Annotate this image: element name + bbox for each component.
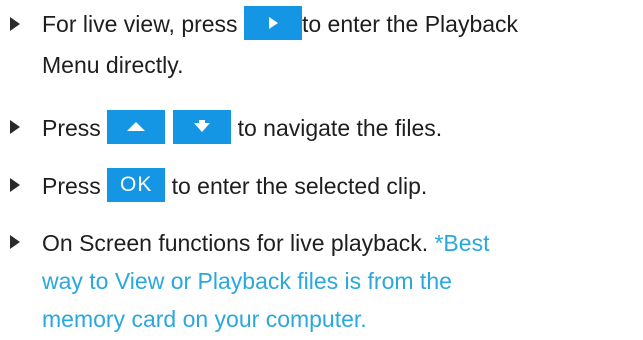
item-1-text-before: For live view, press xyxy=(42,11,244,37)
play-triangle-icon xyxy=(268,17,278,30)
item-2-text-after: to navigate the files. xyxy=(231,115,443,141)
note-text-line-1: *Best xyxy=(434,230,490,256)
item-3-line: Press OK to enter the selected clip. xyxy=(42,166,427,207)
bullet-triangle-icon xyxy=(10,17,20,31)
item-2-text-before: Press xyxy=(42,115,108,141)
note-text-line-3: memory card on your computer. xyxy=(42,306,367,332)
item-2-line: Press to navigate the files. xyxy=(42,108,442,149)
item-4-text: On Screen functions for live playback. xyxy=(42,230,435,256)
bullet-triangle-icon xyxy=(10,178,20,192)
up-arrow-icon xyxy=(127,122,146,132)
item-3-text-before: Press xyxy=(42,173,108,199)
item-1-text-after: to enter the Playback xyxy=(301,11,519,37)
playback-key xyxy=(243,6,302,41)
bullet-triangle-icon xyxy=(10,235,20,249)
item-1-line-2: Menu directly. xyxy=(42,52,184,78)
item-4-line-1: On Screen functions for live playback. *… xyxy=(42,223,489,264)
item-1-line-1: For live view, press to enter the Playba… xyxy=(42,4,518,45)
down-arrow-icon xyxy=(194,120,211,133)
down-key xyxy=(173,110,232,145)
item-3-text-after: to enter the selected clip. xyxy=(165,173,428,199)
note-text-line-2: way to View or Playback files is from th… xyxy=(42,268,452,294)
ok-key: OK xyxy=(107,168,166,203)
bullet-triangle-icon xyxy=(10,120,20,134)
up-key xyxy=(107,110,166,145)
